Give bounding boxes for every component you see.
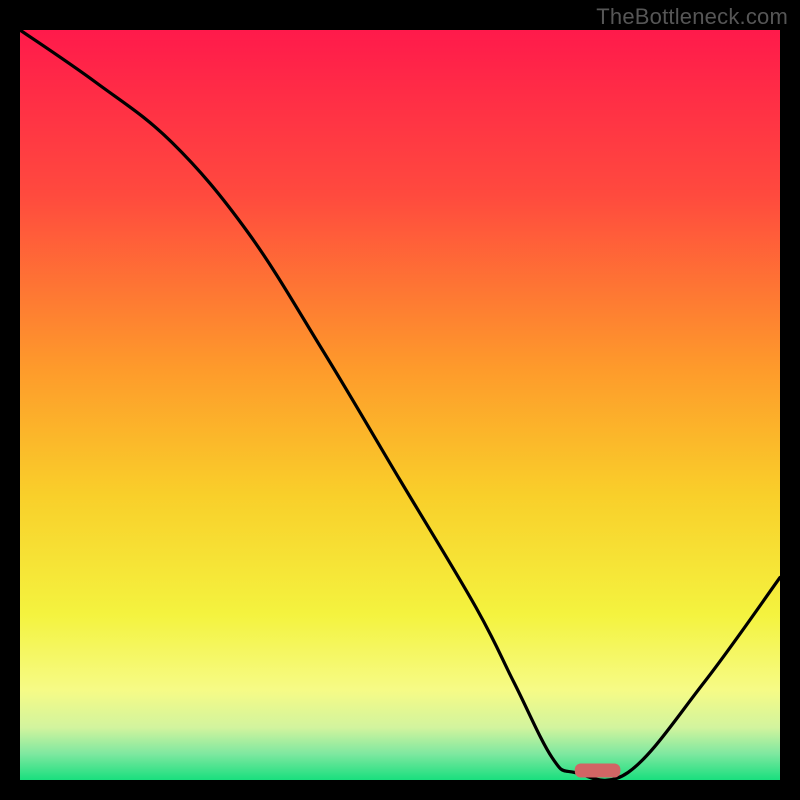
chart-frame: TheBottleneck.com [0,0,800,800]
bottleneck-curve-path [20,30,780,780]
chart-lines [20,30,780,780]
chart-plot-area [20,30,780,780]
optimal-marker [575,764,621,778]
watermark-text: TheBottleneck.com [596,4,788,30]
